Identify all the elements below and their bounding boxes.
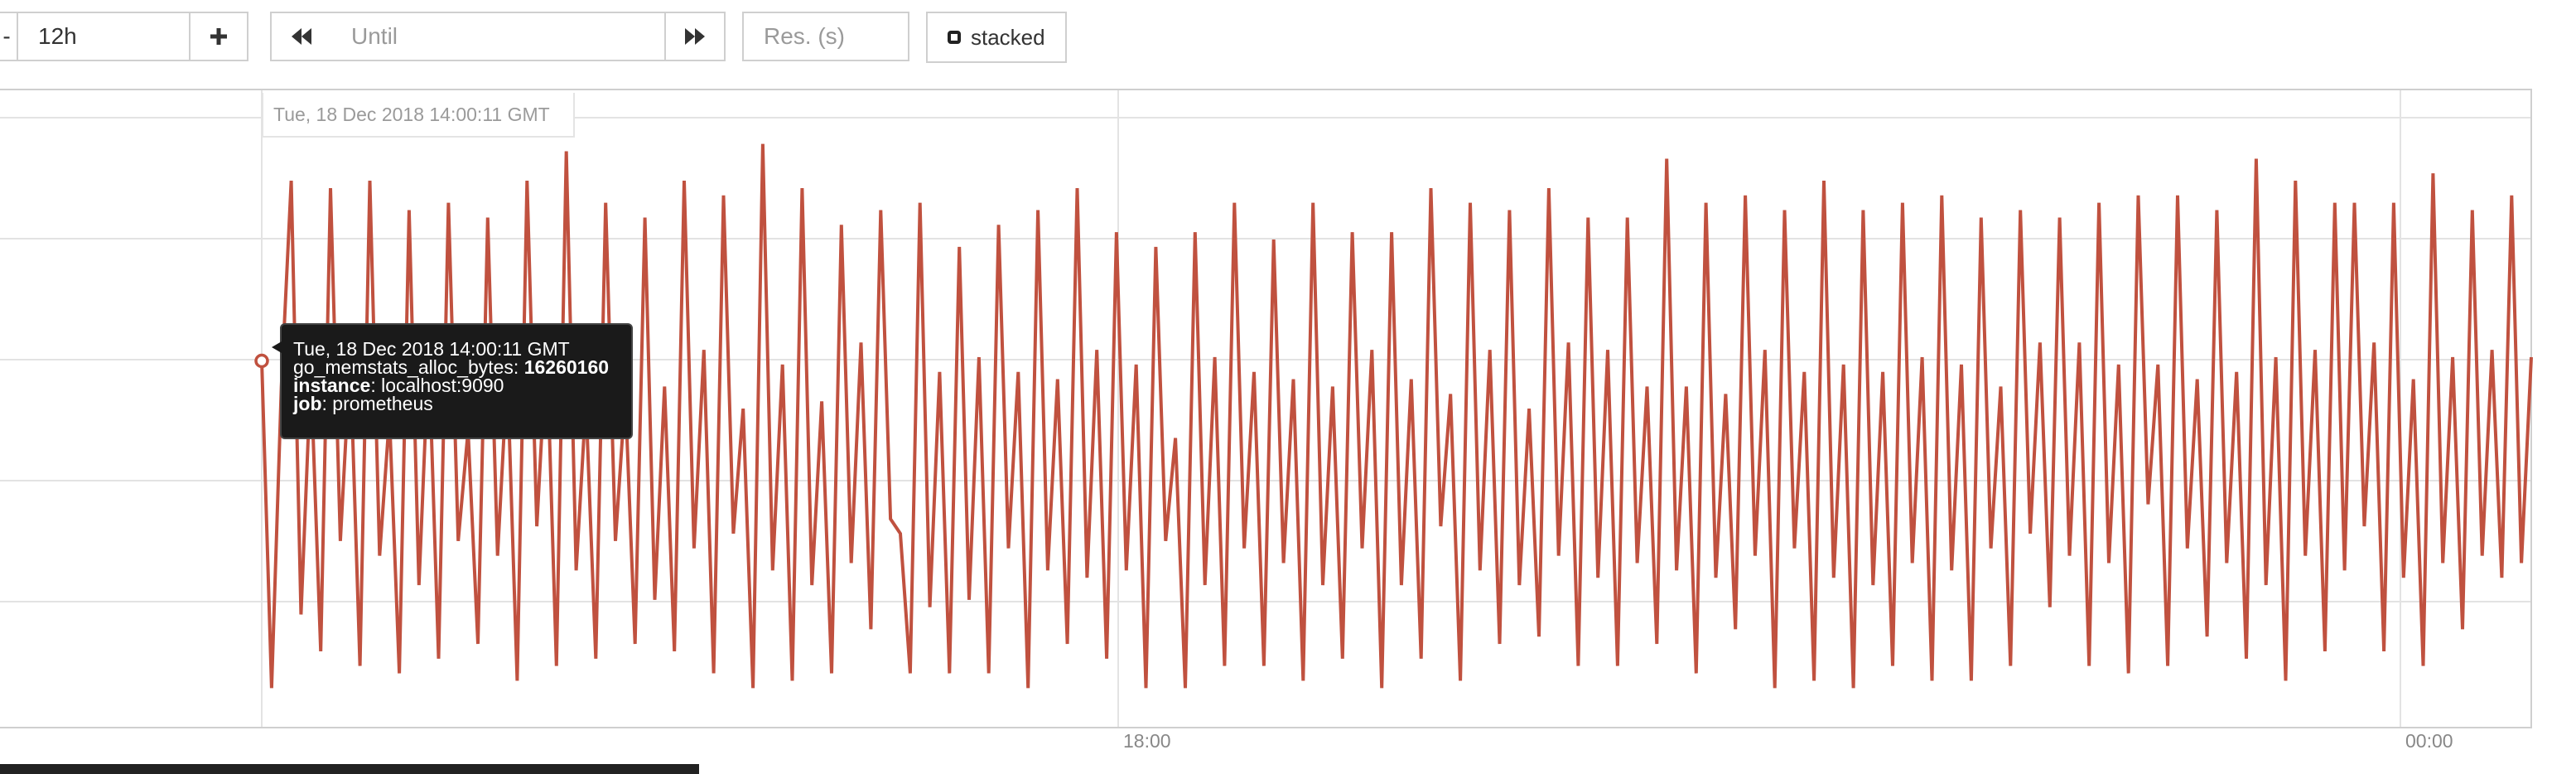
hover-point-marker: [254, 353, 269, 369]
hover-date-text: Tue, 18 Dec 2018 14:00:11 GMT: [273, 103, 550, 125]
tooltip-instance-row: instance: localhost:9090: [293, 376, 631, 395]
tooltip-job-value: : prometheus: [321, 393, 433, 414]
tooltip-metric-row: go_memstats_alloc_bytes: 16260160: [293, 356, 631, 378]
bottom-panel-bar: [0, 764, 699, 774]
tooltip-job-row: job: prometheus: [293, 393, 631, 414]
hover-date-label: Tue, 18 Dec 2018 14:00:11 GMT: [262, 93, 575, 138]
x-tick-label: 00:00: [2405, 730, 2453, 752]
tooltip-date: Tue, 18 Dec 2018 14:00:11 GMT: [293, 338, 570, 360]
tooltip-arrow: [272, 341, 282, 353]
x-tick-label: 18:00: [1123, 730, 1171, 752]
tooltip-job-key: job: [293, 393, 322, 414]
data-point-tooltip: Tue, 18 Dec 2018 14:00:11 GMT go_memstat…: [272, 323, 633, 439]
tooltip-metric-value: 16260160: [523, 356, 610, 378]
graph-page: - 12h Until Res. (s) stacked 18:00 00:00: [0, 0, 2576, 774]
